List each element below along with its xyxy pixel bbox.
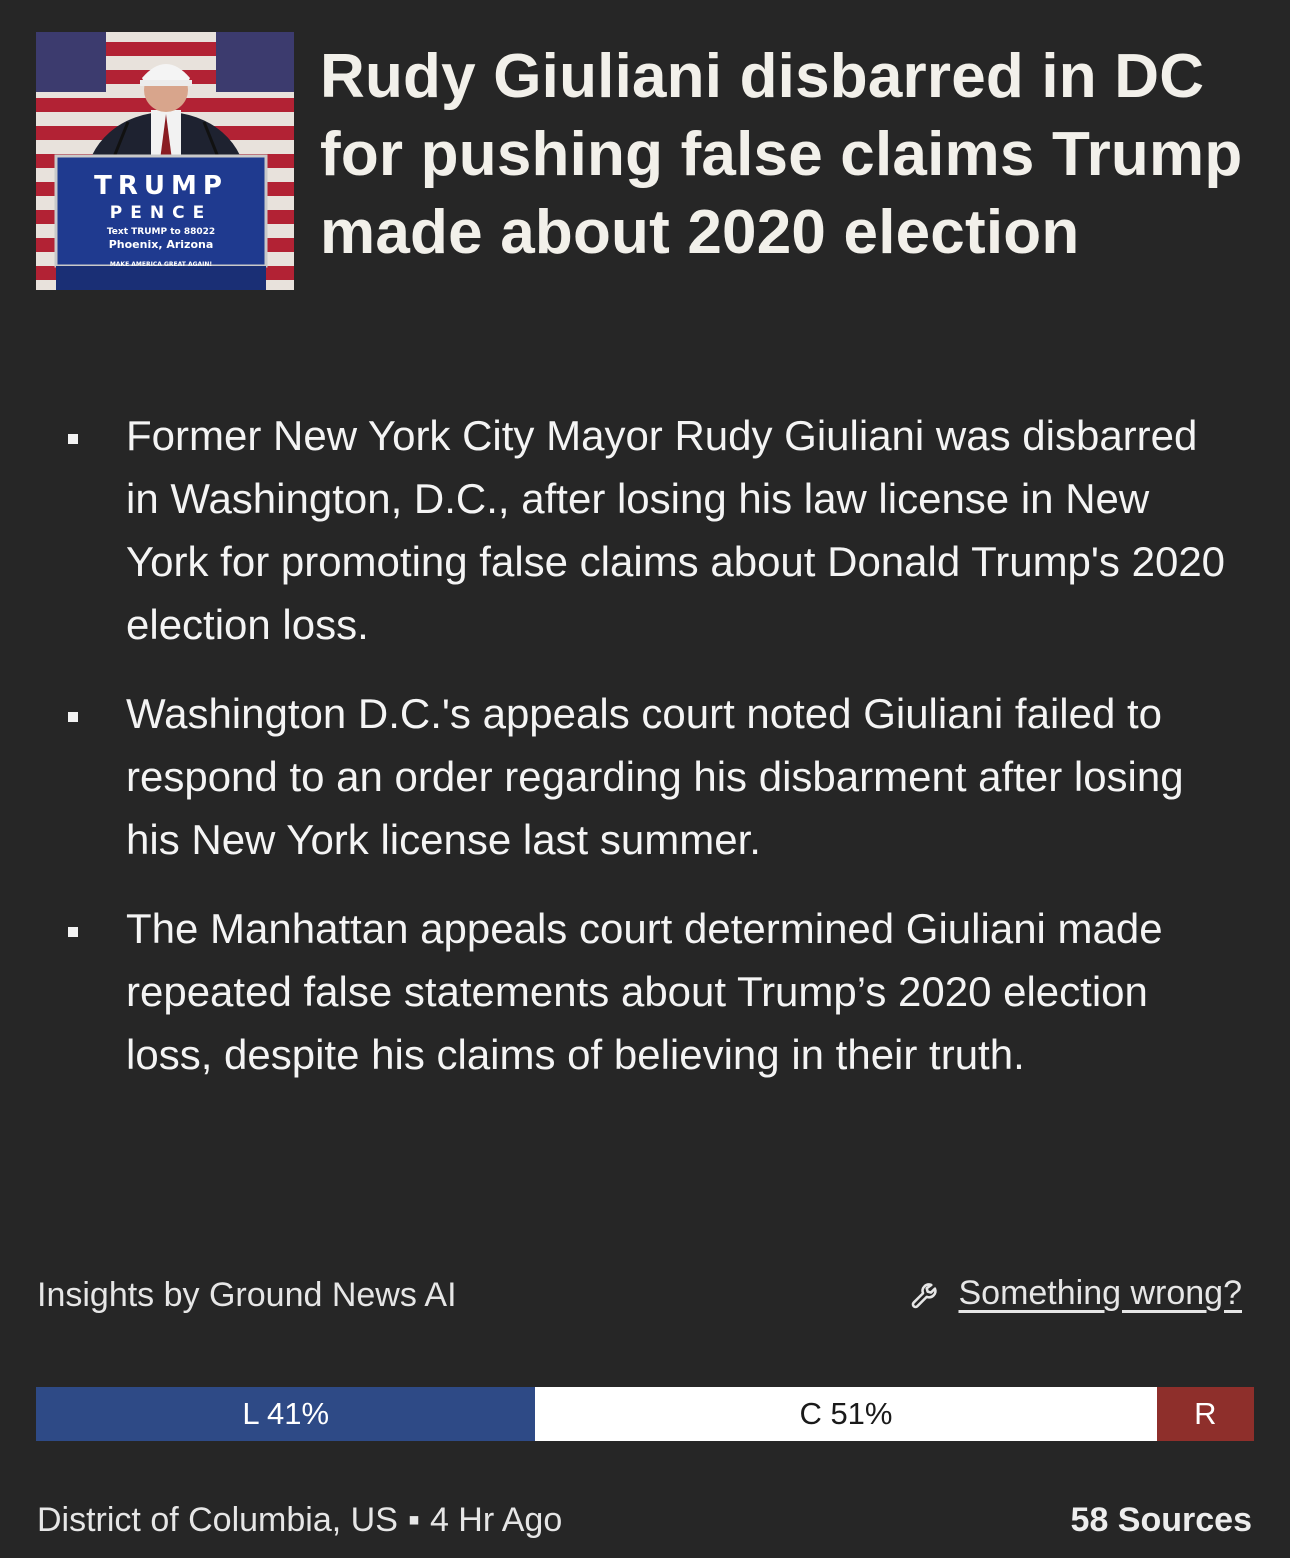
podium-text-pence: PENCE — [110, 203, 212, 223]
podium-text-trump: TRUMP — [94, 171, 228, 201]
bias-distribution-bar[interactable]: L 41% C 51% R — [36, 1387, 1254, 1441]
summary-bullet: The Manhattan appeals court determined G… — [0, 897, 1290, 1086]
bias-right-segment[interactable]: R — [1156, 1387, 1254, 1441]
bias-right-label: R — [1194, 1396, 1217, 1431]
bias-center-segment[interactable]: C 51% — [535, 1387, 1157, 1441]
bias-left-segment[interactable]: L 41% — [36, 1387, 536, 1441]
story-location: District of Columbia, US — [37, 1501, 398, 1539]
insights-attribution: Insights by Ground News AI — [37, 1276, 457, 1314]
meta-separator: ▪ — [407, 1501, 420, 1539]
sources-count[interactable]: 58 Sources — [1071, 1501, 1252, 1540]
podium-text-location: Phoenix, Arizona — [109, 238, 214, 251]
bullet-text: Former New York City Mayor Rudy Giuliani… — [126, 412, 1226, 648]
bullet-square-icon — [68, 927, 78, 937]
bullet-square-icon — [68, 434, 78, 444]
something-wrong-link[interactable]: Something wrong? — [908, 1274, 1242, 1313]
podium-text-sms: Text TRUMP to 88022 — [107, 227, 215, 237]
summary-bullet: Former New York City Mayor Rudy Giuliani… — [0, 404, 1290, 656]
article-thumbnail[interactable]: TRUMP PENCE Text TRUMP to 88022 Phoenix,… — [36, 32, 294, 290]
article-headline[interactable]: Rudy Giuliani disbarred in DC for pushin… — [320, 38, 1260, 272]
bias-left-label: L 41% — [242, 1396, 330, 1431]
story-meta: District of Columbia, US ▪ 4 Hr Ago — [37, 1501, 562, 1540]
thumbnail-image: TRUMP PENCE Text TRUMP to 88022 Phoenix,… — [36, 32, 294, 290]
wrench-icon — [912, 1282, 938, 1308]
summary-bullet: Washington D.C.'s appeals court noted Gi… — [0, 682, 1290, 871]
bias-center-label: C 51% — [799, 1396, 893, 1431]
something-wrong-label: Something wrong? — [958, 1274, 1242, 1312]
bullet-text: The Manhattan appeals court determined G… — [126, 905, 1163, 1078]
bullet-text: Washington D.C.'s appeals court noted Gi… — [126, 690, 1184, 863]
summary-bullets: Former New York City Mayor Rudy Giuliani… — [0, 404, 1290, 1112]
story-time: 4 Hr Ago — [429, 1501, 563, 1539]
bullet-square-icon — [68, 712, 78, 722]
podium-text-slogan: MAKE AMERICA GREAT AGAIN! — [110, 261, 212, 268]
